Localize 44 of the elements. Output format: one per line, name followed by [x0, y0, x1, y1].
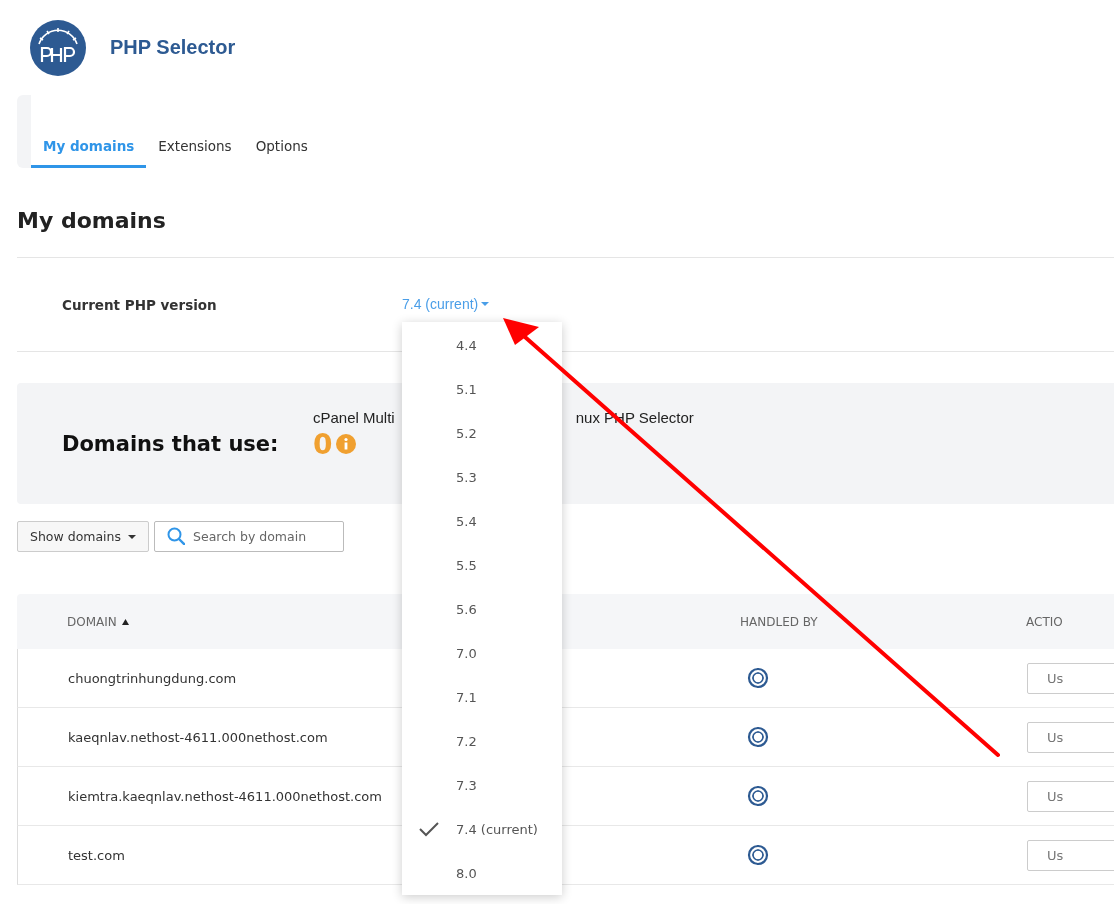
- caret-icon: [128, 534, 137, 539]
- use-button[interactable]: Us: [1027, 780, 1114, 812]
- column-header[interactable]: ACTIO: [1026, 614, 1063, 629]
- page-heading: My domains: [17, 208, 167, 233]
- menu-item[interactable]: 7.2: [402, 719, 562, 763]
- app-title: PHP Selector: [110, 36, 236, 59]
- use-button[interactable]: Us: [1027, 662, 1114, 694]
- php-logo-icon: [30, 19, 86, 76]
- swirl-icon: [747, 844, 769, 866]
- menu-item[interactable]: 7.3: [402, 763, 562, 807]
- domain-count: 0: [313, 427, 333, 461]
- use-button[interactable]: Us: [1027, 721, 1114, 753]
- search-field[interactable]: Search by domain: [154, 521, 345, 552]
- domain-cell: kiemtra.kaeqnlav.nethost-4611.000nethost.com: [68, 788, 382, 804]
- swirl-icon: [747, 785, 769, 807]
- menu-item[interactable]: 8.0: [402, 851, 562, 895]
- search-icon: [167, 527, 186, 545]
- tab[interactable]: Options: [243, 138, 320, 168]
- show-domains-button[interactable]: Show domains: [17, 521, 150, 552]
- panel-title: Domains that use:: [62, 431, 280, 456]
- domain-cell: kaeqnlav.nethost-4611.000nethost.com: [68, 729, 328, 745]
- menu-item[interactable]: 5.2: [402, 411, 562, 455]
- field-label: Current PHP version: [62, 296, 218, 313]
- swirl-icon: [747, 726, 769, 748]
- menu-item[interactable]: 5.4: [402, 499, 562, 543]
- menu-item[interactable]: 5.1: [402, 367, 562, 411]
- menu-item[interactable]: 7.0: [402, 631, 562, 675]
- use-button[interactable]: Us: [1027, 839, 1114, 871]
- sort-icon: [121, 618, 129, 625]
- menu-item[interactable]: 7.1: [402, 675, 562, 719]
- menu-item[interactable]: 5.6: [402, 587, 562, 631]
- column-header[interactable]: DOMAIN: [67, 614, 117, 629]
- menu-item[interactable]: 5.3: [402, 455, 562, 499]
- menu-item[interactable]: 7.4 (current): [402, 807, 562, 851]
- tab[interactable]: Extensions: [146, 138, 244, 168]
- info-icon[interactable]: [336, 433, 357, 454]
- column-header[interactable]: HANDLED BY: [740, 614, 818, 629]
- handler-name: cPanel Multi: [313, 408, 395, 426]
- caret-icon: [481, 301, 490, 306]
- domain-cell: chuongtrinhungdung.com: [68, 670, 237, 686]
- domain-cell: test.com: [68, 847, 125, 863]
- swirl-icon: [747, 667, 769, 689]
- menu-item[interactable]: 5.5: [402, 543, 562, 587]
- menu-item[interactable]: 4.4: [402, 323, 562, 367]
